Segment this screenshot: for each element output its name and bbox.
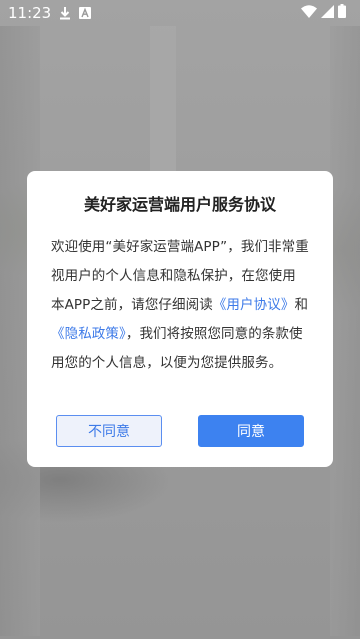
- background-pole: [150, 26, 176, 176]
- disagree-button[interactable]: 不同意: [56, 415, 162, 447]
- status-bar: 11:23: [0, 0, 360, 26]
- body-text-and: 和: [294, 297, 309, 313]
- dialog-title: 美好家运营端用户服务协议: [83, 195, 276, 214]
- agree-button[interactable]: 同意: [198, 415, 304, 447]
- status-time: 11:23: [8, 4, 52, 22]
- download-icon: [59, 6, 71, 20]
- dialog-actions: 不同意 同意: [56, 415, 304, 447]
- signal-icon: [321, 4, 334, 22]
- privacy-policy-link[interactable]: 《隐私政策》: [51, 326, 126, 342]
- background-panel-right: [330, 26, 360, 636]
- battery-icon: [338, 4, 346, 22]
- user-agreement-link[interactable]: 《用户协议》: [213, 297, 295, 313]
- a-icon: [79, 7, 92, 19]
- dialog-body: 欢迎使用“美好家运营端APP”，我们非常重视用户的个人信息和隐私保护，在您使用本…: [51, 233, 309, 378]
- wifi-icon: [301, 4, 317, 22]
- agreement-dialog: 美好家运营端用户服务协议 欢迎使用“美好家运营端APP”，我们非常重视用户的个人…: [27, 171, 333, 467]
